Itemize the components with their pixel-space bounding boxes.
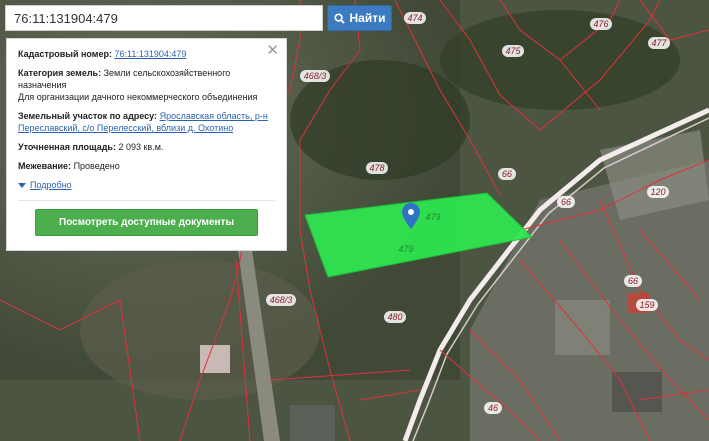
svg-text:46: 46 xyxy=(488,403,498,413)
building-roof-2 xyxy=(612,372,662,412)
building-roof xyxy=(555,300,610,355)
svg-text:120: 120 xyxy=(650,187,665,197)
svg-text:66: 66 xyxy=(502,169,512,179)
svg-text:479: 479 xyxy=(425,212,440,222)
search-box xyxy=(5,5,323,31)
area-label: Уточненная площадь: xyxy=(18,142,116,152)
label-66-c: 66 xyxy=(624,275,642,287)
label-468-3-north: 468/3 xyxy=(300,70,330,82)
close-icon[interactable]: ✕ xyxy=(266,43,279,58)
svg-text:468/3: 468/3 xyxy=(304,71,327,81)
svg-text:479: 479 xyxy=(398,244,413,254)
label-476: 476 xyxy=(590,18,612,30)
search-input[interactable] xyxy=(6,6,322,30)
land-category-label: Категория земель: xyxy=(18,68,102,78)
svg-text:477: 477 xyxy=(651,38,667,48)
land-category-row: Категория земель: Земли сельскохозяйстве… xyxy=(18,67,275,103)
svg-text:159: 159 xyxy=(639,300,654,310)
address-row: Земельный участок по адресу: Ярославская… xyxy=(18,110,275,134)
svg-text:66: 66 xyxy=(561,197,571,207)
label-480: 480 xyxy=(384,311,406,323)
label-46: 46 xyxy=(484,402,502,414)
details-toggle[interactable]: Подробно xyxy=(18,179,275,191)
cadastral-number-label: Кадастровый номер: xyxy=(18,49,112,59)
area-value: 2 093 кв.м. xyxy=(118,142,164,152)
label-474: 474 xyxy=(404,12,426,24)
svg-text:480: 480 xyxy=(387,312,402,322)
search-icon xyxy=(333,12,345,24)
label-479-a: 479 xyxy=(425,212,440,222)
svg-text:474: 474 xyxy=(407,13,422,23)
search-button[interactable]: Найти xyxy=(327,5,392,31)
land-usage-value: Для организации дачного некоммерческого … xyxy=(18,92,258,102)
panel-divider xyxy=(18,200,275,201)
house-roof-2 xyxy=(290,405,335,441)
view-documents-button[interactable]: Посмотреть доступные документы xyxy=(35,209,258,236)
area-row: Уточненная площадь: 2 093 кв.м. xyxy=(18,141,275,153)
svg-text:475: 475 xyxy=(505,46,521,56)
survey-row: Межевание: Проведено xyxy=(18,160,275,172)
details-toggle-label: Подробно xyxy=(30,180,72,190)
label-120: 120 xyxy=(647,186,669,198)
label-478: 478 xyxy=(366,162,388,174)
svg-text:468/3: 468/3 xyxy=(270,295,293,305)
cadastral-number-row: Кадастровый номер: 76:11:131904:479 xyxy=(18,48,275,60)
label-468-3-south: 468/3 xyxy=(266,294,296,306)
label-475: 475 xyxy=(502,45,524,57)
label-66-b: 66 xyxy=(557,196,575,208)
label-66-a: 66 xyxy=(498,168,516,180)
cadastral-number-link[interactable]: 76:11:131904:479 xyxy=(114,49,186,59)
survey-label: Межевание: xyxy=(18,161,72,171)
address-label: Земельный участок по адресу: xyxy=(18,111,158,121)
svg-text:478: 478 xyxy=(369,163,384,173)
survey-value: Проведено xyxy=(73,161,120,171)
svg-text:476: 476 xyxy=(593,19,608,29)
search-button-label: Найти xyxy=(349,11,386,25)
label-479-b: 479 xyxy=(398,244,413,254)
caret-down-icon xyxy=(18,182,26,188)
label-477: 477 xyxy=(648,37,670,49)
label-159: 159 xyxy=(636,299,658,311)
svg-text:66: 66 xyxy=(628,276,638,286)
parcel-info-panel: ✕ Кадастровый номер: 76:11:131904:479 Ка… xyxy=(6,38,287,251)
